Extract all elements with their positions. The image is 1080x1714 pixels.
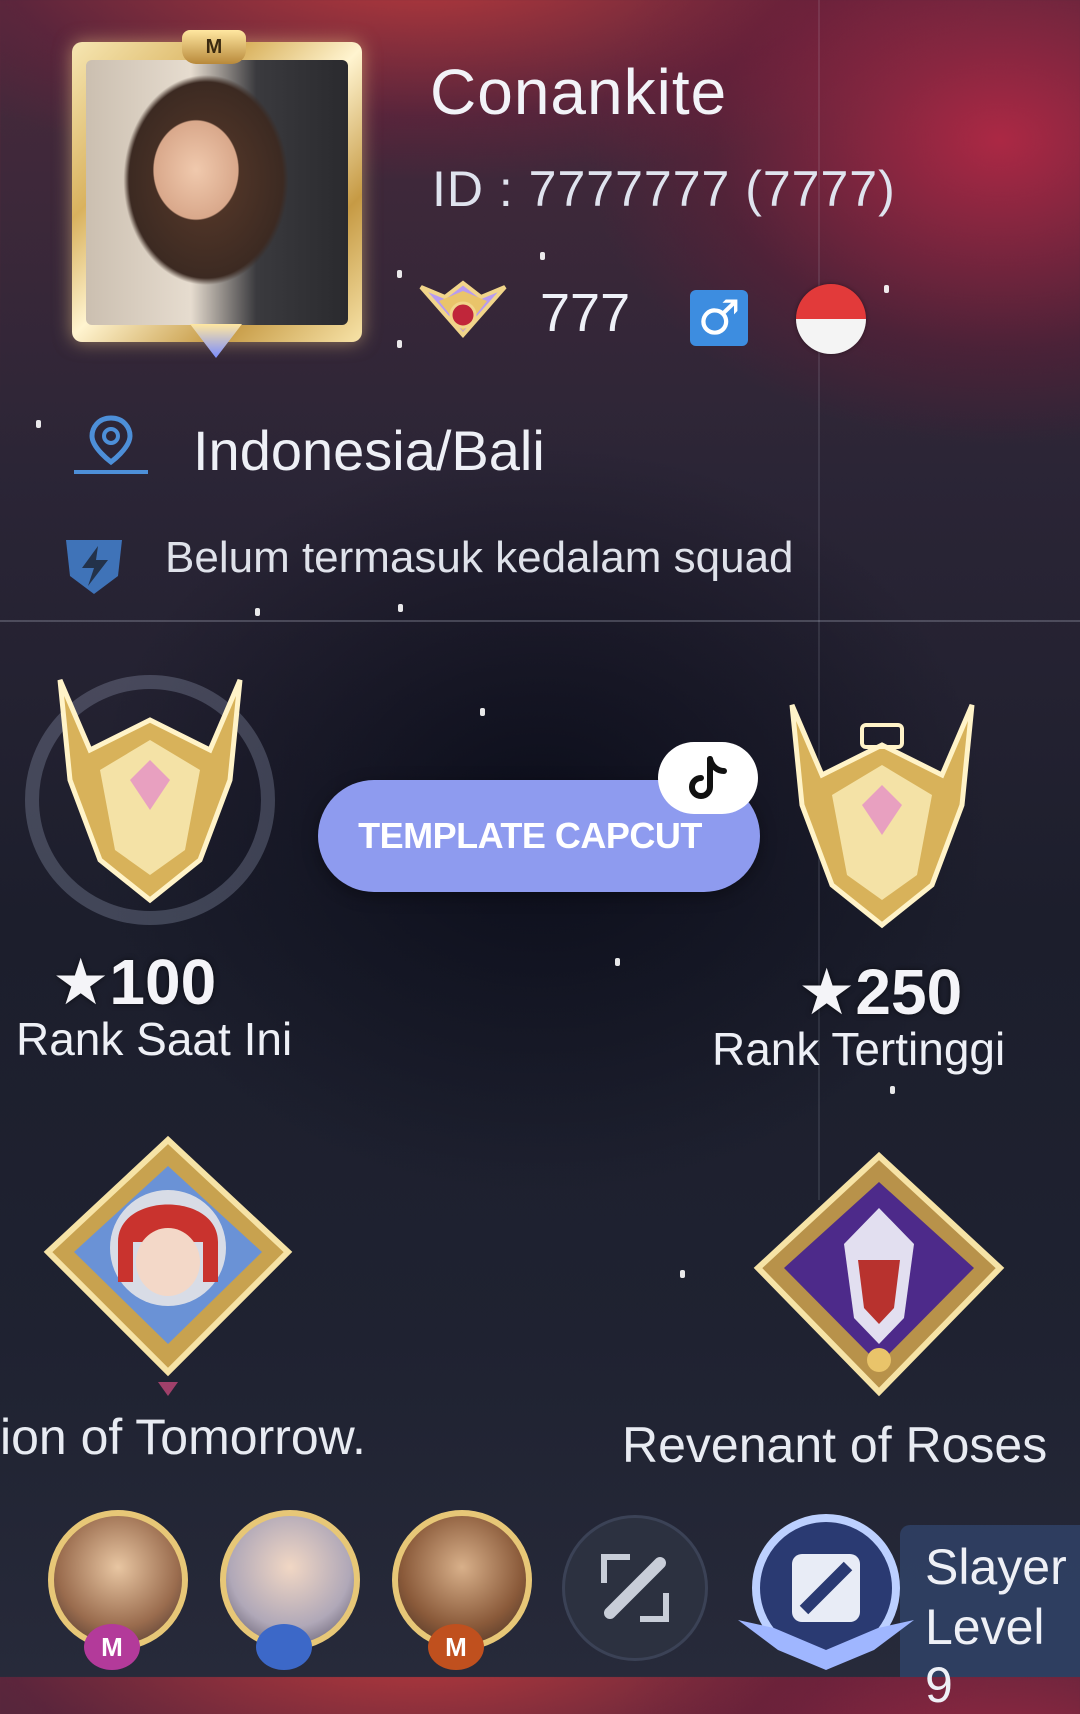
avatar-photo [86, 60, 348, 325]
location-text: Indonesia/Bali [193, 419, 545, 482]
current-rank-stars: ★100 [52, 946, 217, 1020]
mastery-badge-icon [256, 1624, 312, 1670]
highest-rank-stars: ★250 [798, 956, 963, 1030]
current-rank-label: Rank Saat Ini [16, 1013, 293, 1065]
profile-avatar[interactable]: M [72, 30, 362, 358]
section-divider [0, 620, 1080, 622]
expand-icon [601, 1554, 669, 1622]
indonesia-flag-icon [796, 284, 866, 354]
player-id: ID : 7777777 (7777) [432, 161, 896, 217]
highest-rank-label: Rank Tertinggi [712, 1023, 1006, 1075]
sparkle [884, 285, 889, 293]
location-pin-icon [74, 415, 148, 474]
squad-shield-icon [66, 540, 122, 594]
mythic-rank-emblem-icon[interactable] [20, 660, 280, 940]
sparkle [615, 958, 620, 966]
sparkle [397, 340, 402, 348]
favorite-hero-3[interactable]: M [392, 1510, 532, 1670]
guardian-badge-icon[interactable] [38, 1132, 298, 1400]
slayer-title: Slayer [925, 1539, 1067, 1595]
avatar-frame-emblem-icon: M [182, 30, 246, 64]
sparkle [398, 604, 403, 612]
right-badge-label: Revenant of Roses [622, 1417, 1048, 1473]
sparkle [397, 270, 402, 278]
tiktok-icon[interactable] [658, 742, 758, 814]
gender-male-icon: ♂ [690, 290, 748, 346]
sparkle [680, 1270, 685, 1278]
slayer-level: Level 9 [925, 1599, 1045, 1713]
revenant-badge-icon[interactable] [748, 1148, 1010, 1416]
sparkle [890, 1086, 895, 1094]
mastery-badge-icon: M [428, 1624, 484, 1670]
mastery-badge-icon: M [84, 1624, 140, 1670]
highest-rank-emblem-icon[interactable] [752, 685, 1012, 965]
empty-emblem-slot[interactable] [562, 1515, 708, 1661]
favorite-hero-1[interactable]: M [48, 1510, 188, 1670]
favorite-hero-2[interactable] [220, 1510, 360, 1670]
sparkle [36, 420, 41, 428]
left-badge-label: ion of Tomorrow. [0, 1409, 366, 1465]
sparkle [540, 252, 545, 260]
slayer-emblem-icon[interactable] [728, 1500, 924, 1677]
sparkle [480, 708, 485, 716]
player-name: Conankite [430, 56, 728, 128]
sparkle [255, 608, 260, 616]
player-level: 777 [540, 283, 631, 343]
avatar-frame-gem-icon [190, 324, 242, 358]
level-wings-icon [419, 280, 507, 339]
template-capcut-label: TEMPLATE CAPCUT [358, 815, 702, 856]
squad-status: Belum termasuk kedalam squad [165, 533, 794, 582]
